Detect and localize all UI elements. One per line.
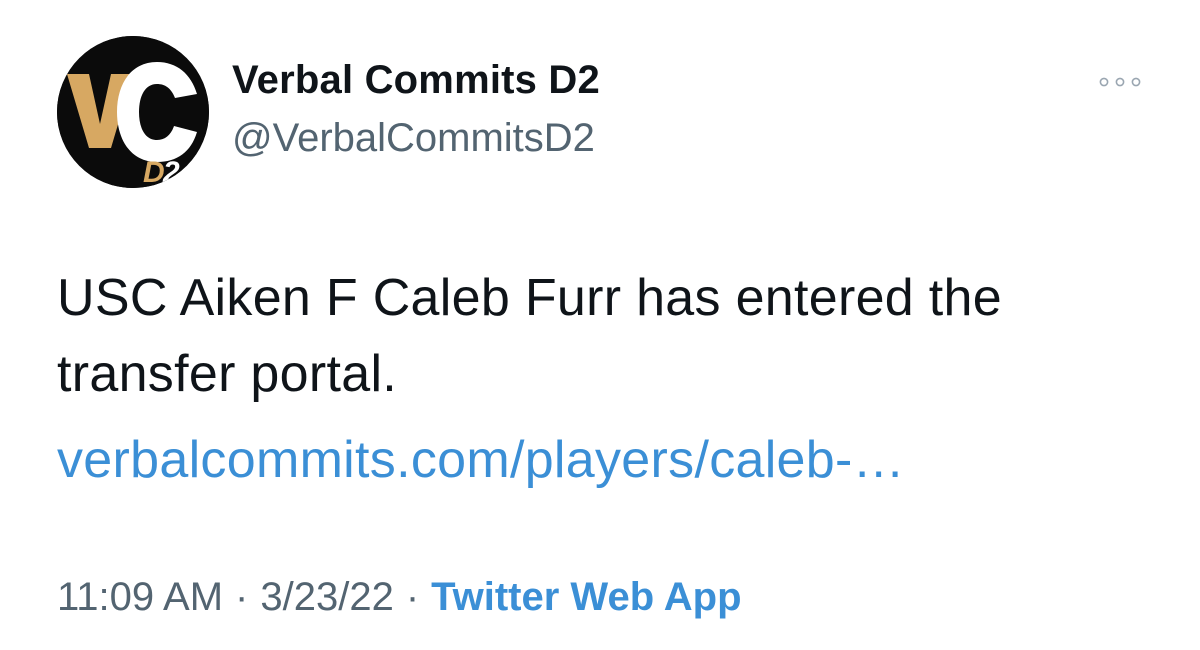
- more-horizontal-icon: [1099, 77, 1141, 87]
- verbal-commits-d2-logo: D 2: [57, 36, 209, 188]
- meta-separator: ·: [235, 575, 249, 619]
- svg-text:D: D: [143, 156, 165, 188]
- avatar[interactable]: D 2: [57, 36, 209, 188]
- tweet-time[interactable]: 11:09 AM: [57, 572, 223, 622]
- more-options-button[interactable]: [1096, 66, 1144, 98]
- author-handle[interactable]: @VerbalCommitsD2: [232, 116, 595, 161]
- tweet-card: D 2 Verbal Commits D2 @VerbalCommitsD2 U…: [0, 0, 1200, 650]
- tweet-source[interactable]: Twitter Web App: [431, 572, 741, 622]
- tweet-text: USC Aiken F Caleb Furr has entered the t…: [57, 269, 1002, 403]
- tweet-meta: 11:09 AM · 3/23/22 · Twitter Web App: [57, 572, 742, 622]
- tweet-link[interactable]: verbalcommits.com/players/caleb-…: [57, 422, 905, 498]
- author-display-name[interactable]: Verbal Commits D2: [232, 58, 600, 103]
- tweet-date[interactable]: 3/23/22: [260, 572, 393, 622]
- svg-text:2: 2: [162, 156, 180, 188]
- meta-separator: ·: [405, 575, 420, 619]
